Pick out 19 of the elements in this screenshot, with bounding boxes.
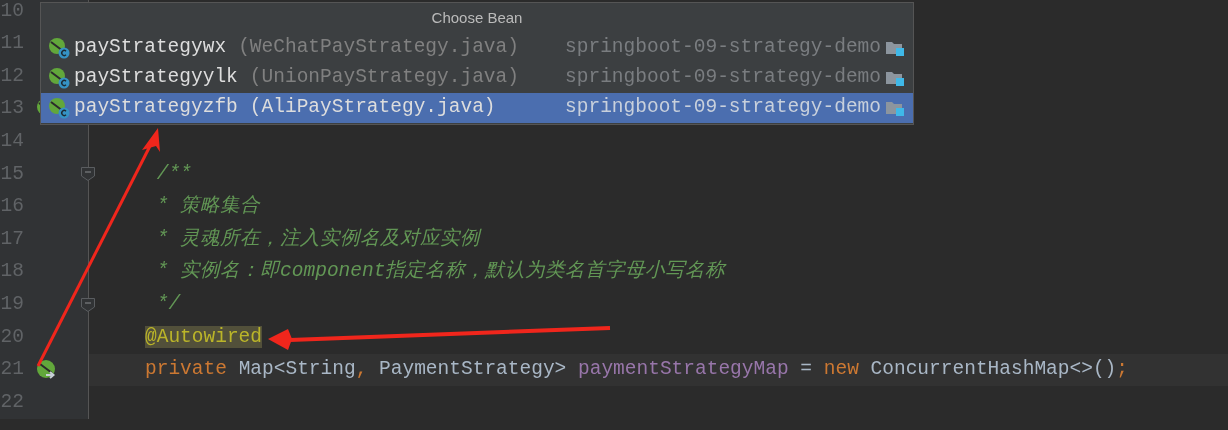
bean-icon <box>48 97 70 119</box>
bean-option[interactable]: payStrategyylk (UnionPayStrategy.java) springboot-09-strategy-demo <box>41 63 913 93</box>
bean-link-icon[interactable] <box>36 358 58 381</box>
bean-icon <box>48 67 70 89</box>
popup-title: Choose Bean <box>431 7 523 28</box>
fold-marker-icon[interactable] <box>80 296 96 313</box>
bean-option[interactable]: payStrategyzfb (AliPayStrategy.java) springboot-09-strategy-demo <box>41 93 913 123</box>
module-folder-icon <box>885 69 905 87</box>
bean-option[interactable]: payStrategywx (WeChatPayStrategy.java) springboot-09-strategy-demo <box>41 33 913 63</box>
code-line: private Map<String, PaymentStrategy> paymentStrategyMap = new ConcurrentHashMap<>(); <box>145 357 1128 383</box>
code-line: /** <box>155 161 192 187</box>
fold-marker-icon[interactable] <box>80 166 96 183</box>
code-line: * 灵魂所在，注入实例名及对应实例 <box>155 226 481 252</box>
code-line: */ <box>155 292 181 317</box>
code-line: * 实例名：即component指定名称，默认为类名首字母小写名称 <box>155 258 726 285</box>
module-folder-icon <box>885 39 905 57</box>
module-folder-icon <box>885 99 905 117</box>
code-line: * 策略集合 <box>155 194 261 220</box>
bean-icon <box>48 37 70 59</box>
